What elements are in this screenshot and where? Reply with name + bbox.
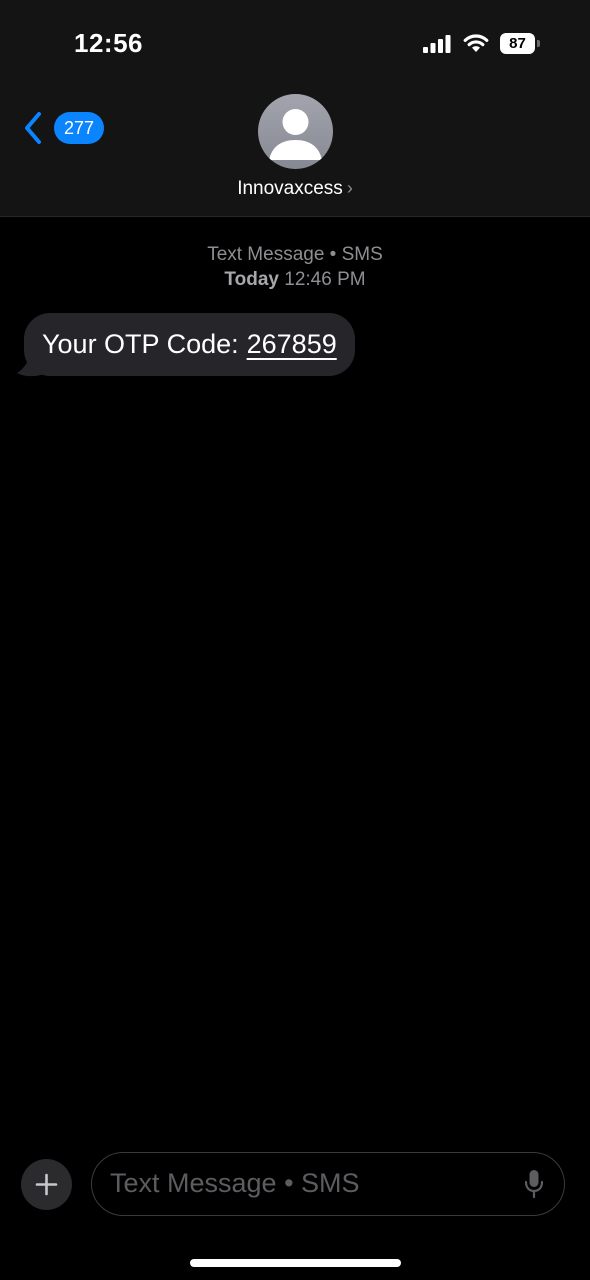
apps-plus-button[interactable] — [21, 1159, 72, 1210]
battery-indicator: 87 — [500, 33, 542, 54]
message-input-container — [91, 1152, 565, 1216]
person-silhouette-icon — [269, 109, 322, 160]
timestamp-time: 12:46 PM — [284, 269, 366, 290]
chevron-right-icon: › — [346, 178, 353, 198]
battery-tip — [537, 40, 540, 47]
battery-level: 87 — [500, 33, 535, 54]
contact-avatar[interactable] — [258, 94, 333, 169]
back-button[interactable]: 277 — [22, 110, 105, 146]
message-text: Your OTP Code: — [42, 329, 239, 359]
incoming-message-bubble[interactable]: Your OTP Code: 267859 — [24, 313, 355, 376]
message-input[interactable] — [110, 1153, 510, 1214]
messages-screen: 12:56 87 277 Innovaxcess › Text Message … — [0, 0, 590, 1280]
chevron-left-icon — [25, 112, 41, 144]
message-timestamp: Today 12:46 PM — [0, 269, 590, 291]
timestamp-date: Today — [224, 269, 279, 290]
otp-code-link[interactable]: 267859 — [247, 329, 337, 360]
unread-count-badge: 277 — [54, 112, 105, 144]
home-indicator[interactable] — [190, 1259, 401, 1267]
cellular-signal-icon — [423, 35, 451, 53]
microphone-icon[interactable] — [523, 1169, 545, 1199]
wifi-icon — [463, 34, 489, 52]
conversation-header: 12:56 87 277 Innovaxcess › — [0, 0, 590, 217]
message-service-label: Text Message • SMS — [207, 244, 383, 265]
contact-name: Innovaxcess — [237, 178, 343, 199]
plus-icon — [35, 1173, 58, 1196]
status-time: 12:56 — [74, 28, 143, 58]
contact-name-button[interactable]: Innovaxcess › — [0, 178, 590, 200]
